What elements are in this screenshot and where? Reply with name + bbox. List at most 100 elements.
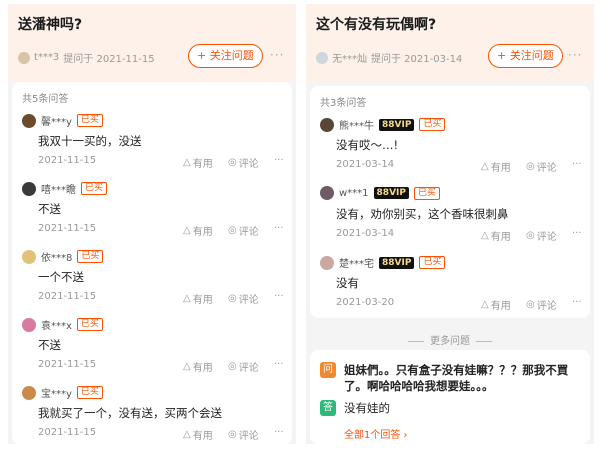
more-icon[interactable]: ··· [274,427,284,438]
more-questions-label: 更多问题 [430,336,470,347]
more-icon[interactable]: ··· [568,48,582,62]
comment-bubble-icon: ◎ [526,230,535,241]
comment-button[interactable]: ◎ 评论 [228,223,259,238]
more-icon[interactable]: ··· [274,291,284,302]
useful-button[interactable]: △ 有用 [481,297,511,312]
avatar[interactable] [22,385,36,400]
answer-user: 嘻***瞻 [41,185,76,196]
answer-text: 我双十一买的，没送 [38,134,142,148]
comment-label: 评论 [238,431,259,442]
more-icon[interactable]: ··· [274,155,284,166]
answer-count: 共3条问答 [320,98,367,109]
bought-badge: 已买 [419,118,446,131]
answers-card: 共3条问答 熊***牛 88VIP 已买 没有哎～…! 2021-03-14 △… [310,86,590,318]
answer-text: 不送 [38,338,61,352]
answer-text: 我就买了一个，没有送，买两个会送 [38,406,222,420]
answer-item: 熊***牛 88VIP 已买 没有哎～…! 2021-03-14 △ 有用 ◎ 评论… [310,111,590,180]
asker-avatar [316,51,328,64]
question-header: 这个有没有玩偶啊? 无***灿 提问于 2021-03-14 + 关注问题 ··… [306,4,594,82]
right-qa-panel: 这个有没有玩偶啊? 无***灿 提问于 2021-03-14 + 关注问题 ··… [306,4,594,444]
thumb-triangle-icon: △ [481,299,489,310]
comment-bubble-icon: ◎ [526,161,535,172]
bought-badge: 已买 [81,182,108,195]
comment-bubble-icon: ◎ [228,157,237,168]
more-icon[interactable]: ··· [572,297,582,308]
follow-question-button[interactable]: + 关注问题 [488,44,563,68]
useful-button[interactable]: △ 有用 [183,359,213,374]
answer-user: 馨***y [41,117,72,128]
answers-card: 共5条问答 馨***y 已买 我双十一买的，没送 2021-11-15 △ 有用 … [12,82,292,444]
comment-label: 评论 [536,301,557,312]
more-icon[interactable]: ··· [572,228,582,239]
answer-text: 没有 [336,276,359,290]
avatar[interactable] [320,255,334,270]
answer-user: 袁***x [41,321,72,332]
comment-button[interactable]: ◎ 评论 [526,297,557,312]
comment-button[interactable]: ◎ 评论 [228,291,259,306]
vip-badge: 88VIP [373,187,409,199]
follow-question-button[interactable]: + 关注问题 [188,44,263,68]
question-title: 送潘神吗? [18,17,83,33]
answer-user: 宝***y [41,389,72,400]
answer-item: 馨***y 已买 我双十一买的，没送 2021-11-15 △ 有用 ◎ 评论 ··… [12,107,292,175]
comment-button[interactable]: ◎ 评论 [526,159,557,174]
answer-item: 依***8 已买 一个不送 2021-11-15 △ 有用 ◎ 评论 ··· [12,243,292,311]
more-icon[interactable]: ··· [274,223,284,234]
all-answers-link[interactable]: 全部1个回答 › [344,426,408,441]
answer-count: 共5条问答 [22,94,69,105]
useful-label: 有用 [490,163,511,174]
thumb-triangle-icon: △ [183,429,191,440]
thumb-triangle-icon: △ [481,230,489,241]
comment-label: 评论 [536,163,557,174]
answer-date: 2021-11-15 [38,223,97,234]
thumb-triangle-icon: △ [183,225,191,236]
useful-label: 有用 [192,431,213,442]
question-badge: 问 [320,362,336,378]
answer-user: 熊***牛 [339,121,374,132]
avatar[interactable] [22,113,36,128]
comment-button[interactable]: ◎ 评论 [526,228,557,243]
useful-button[interactable]: △ 有用 [481,228,511,243]
useful-button[interactable]: △ 有用 [183,155,213,170]
more-question-card[interactable]: 问 姐妹們。。只有盒子没有娃嘛？？？那我不買了。啊哈哈哈哈我想要娃。。。 答 没… [310,350,590,444]
comment-label: 评论 [238,227,259,238]
vip-badge: 88VIP [379,256,415,269]
more-icon[interactable]: ··· [270,48,284,62]
asker-avatar [18,51,30,64]
answer-date: 2021-11-15 [38,427,97,438]
thumb-triangle-icon: △ [481,161,489,172]
bought-badge: 已买 [413,186,440,200]
thumb-triangle-icon: △ [183,361,191,372]
question-meta: 无***灿 提问于 2021-03-14 [316,50,462,65]
useful-label: 有用 [192,295,213,306]
more-icon[interactable]: ··· [274,359,284,370]
useful-button[interactable]: △ 有用 [183,223,213,238]
answer-date: 2021-03-14 [336,228,395,239]
useful-button[interactable]: △ 有用 [183,291,213,306]
more-question-text[interactable]: 姐妹們。。只有盒子没有娃嘛？？？那我不買了。啊哈哈哈哈我想要娃。。。 [344,362,582,394]
comment-label: 评论 [238,159,259,170]
bought-badge: 已买 [76,318,103,331]
answer-date: 2021-03-14 [336,159,395,170]
thumb-triangle-icon: △ [183,293,191,304]
avatar[interactable] [320,117,334,132]
asker-name: 无***灿 [332,54,367,65]
answer-user: 楚***宅 [339,259,374,270]
answer-badge: 答 [320,400,336,416]
avatar[interactable] [22,181,36,196]
comment-button[interactable]: ◎ 评论 [228,427,259,442]
avatar[interactable] [22,317,36,332]
comment-button[interactable]: ◎ 评论 [228,359,259,374]
comment-bubble-icon: ◎ [526,299,535,310]
bought-badge: 已买 [76,114,103,127]
comment-button[interactable]: ◎ 评论 [228,155,259,170]
vip-badge: 88VIP [379,118,415,131]
answer-user: w***1 [339,187,369,199]
useful-button[interactable]: △ 有用 [481,159,511,174]
answer-text: 不送 [38,202,61,216]
more-icon[interactable]: ··· [572,159,582,170]
left-qa-panel: 送潘神吗? t***3 提问于 2021-11-15 + 关注问题 ··· 共5… [8,4,296,444]
avatar[interactable] [320,186,334,200]
useful-button[interactable]: △ 有用 [183,427,213,442]
avatar[interactable] [22,249,36,264]
